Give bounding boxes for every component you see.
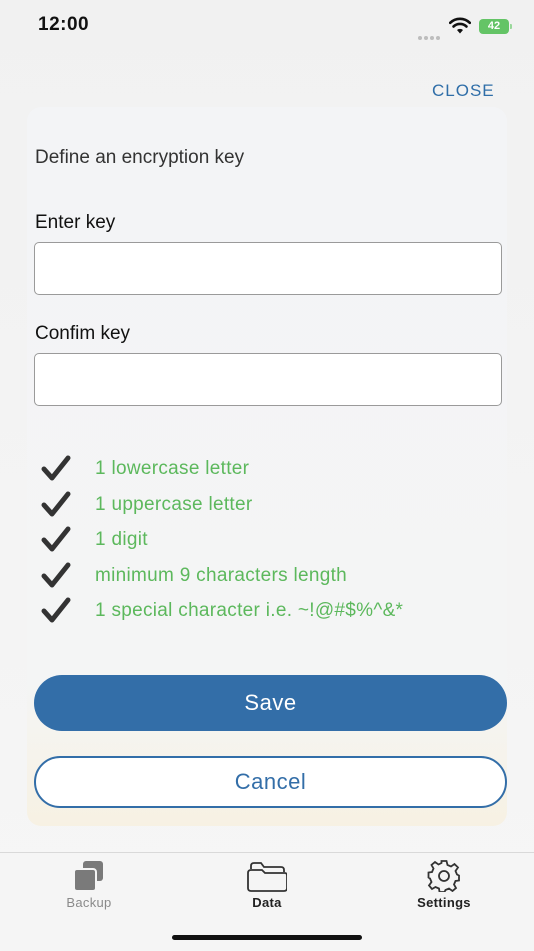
- cancel-button[interactable]: Cancel: [34, 756, 507, 808]
- gear-icon: [427, 860, 460, 892]
- requirement-text: 1 special character i.e. ~!@#$%^&*: [95, 600, 404, 621]
- requirement-text: 1 digit: [95, 529, 148, 550]
- requirement-item: 1 digit: [27, 524, 507, 560]
- checkmark-icon: [41, 562, 71, 587]
- checkmark-icon: [41, 455, 71, 481]
- status-time: 12:00: [38, 14, 90, 35]
- enter-key-input[interactable]: [34, 242, 502, 295]
- tab-backup[interactable]: Backup: [29, 853, 149, 923]
- tab-label: Settings: [417, 895, 471, 910]
- close-button[interactable]: CLOSE: [432, 81, 495, 101]
- home-indicator: [172, 935, 362, 940]
- confirm-key-input[interactable]: [34, 353, 502, 406]
- checkmark-icon: [41, 526, 71, 552]
- tab-data[interactable]: Data: [207, 853, 327, 923]
- battery-level: 42: [479, 19, 509, 34]
- wifi-icon: [449, 17, 471, 34]
- tab-settings[interactable]: Settings: [384, 853, 504, 923]
- save-button[interactable]: Save: [34, 675, 507, 731]
- checkmark-icon: [41, 491, 71, 516]
- key-requirements-list: 1 lowercase letter 1 uppercase letter 1 …: [27, 453, 507, 631]
- cellular-signal-icon: [418, 27, 444, 40]
- requirement-item: 1 lowercase letter: [27, 453, 507, 489]
- status-bar: 12:00 42: [0, 0, 534, 54]
- battery-icon: 42: [479, 19, 513, 35]
- requirement-text: minimum 9 characters length: [95, 564, 348, 586]
- tab-label: Data: [252, 895, 282, 910]
- backup-icon: [73, 861, 103, 892]
- encryption-key-dialog: Define an encryption key Enter key Confi…: [27, 107, 507, 826]
- tab-label: Backup: [66, 895, 112, 910]
- requirement-item: 1 special character i.e. ~!@#$%^&*: [27, 595, 507, 631]
- dialog-title: Define an encryption key: [35, 147, 245, 168]
- requirement-text: 1 uppercase letter: [95, 493, 253, 515]
- requirement-text: 1 lowercase letter: [95, 458, 250, 479]
- enter-key-label: Enter key: [35, 212, 116, 233]
- checkmark-icon: [41, 597, 71, 623]
- requirement-item: minimum 9 characters length: [27, 560, 507, 596]
- confirm-key-label: Confim key: [35, 323, 131, 344]
- requirement-item: 1 uppercase letter: [27, 489, 507, 525]
- folder-icon: [247, 862, 287, 892]
